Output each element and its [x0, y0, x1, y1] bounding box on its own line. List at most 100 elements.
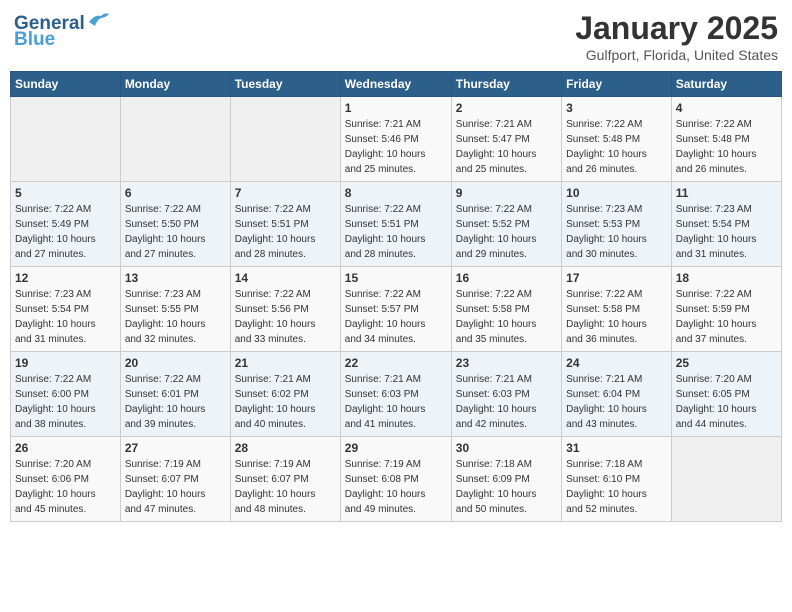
calendar-cell: 7 Sunrise: 7:22 AM Sunset: 5:51 PM Daylig…	[230, 182, 340, 267]
day-info: Sunrise: 7:22 AM Sunset: 5:50 PM Dayligh…	[125, 202, 226, 262]
calendar-cell: 8Sunrise: 7:22 AM Sunset: 5:51 PM Daylig…	[340, 182, 451, 267]
weekday-header-row: SundayMondayTuesdayWednesdayThursdayFrid…	[11, 72, 782, 97]
calendar-cell: 17 Sunrise: 7:22 AM Sunset: 5:58 PM Dayli…	[562, 267, 672, 352]
day-number: 20	[125, 356, 226, 370]
logo-bird-icon	[87, 12, 109, 26]
day-info: Sunrise: 7:23 AM Sunset: 5:54 PM Dayligh…	[676, 202, 777, 262]
calendar-cell: 3 Sunrise: 7:22 AM Sunset: 5:48 PM Daylig…	[562, 97, 672, 182]
weekday-header-sunday: Sunday	[11, 72, 121, 97]
logo-blue: Blue	[14, 29, 55, 51]
day-info: Sunrise: 7:22 AM Sunset: 5:48 PM Dayligh…	[676, 117, 777, 177]
day-number: 19	[15, 356, 116, 370]
title-block: January 2025 Gulfport, Florida, United S…	[575, 10, 778, 63]
day-number: 7	[235, 186, 336, 200]
week-row-3: 12 Sunrise: 7:23 AM Sunset: 5:54 PM Dayli…	[11, 267, 782, 352]
day-info: Sunrise: 7:22 AM Sunset: 5:59 PM Dayligh…	[676, 287, 777, 347]
day-number: 13	[125, 271, 226, 285]
calendar-cell: 16 Sunrise: 7:22 AM Sunset: 5:58 PM Dayli…	[451, 267, 561, 352]
day-number: 17	[566, 271, 667, 285]
day-number: 25	[676, 356, 777, 370]
day-info: Sunrise: 7:23 AM Sunset: 5:53 PM Dayligh…	[566, 202, 667, 262]
day-number: 6	[125, 186, 226, 200]
day-info: Sunrise: 7:22 AM Sunset: 5:56 PM Dayligh…	[235, 287, 336, 347]
day-info: Sunrise: 7:20 AM Sunset: 6:06 PM Dayligh…	[15, 457, 116, 517]
calendar-cell: 15 Sunrise: 7:22 AM Sunset: 5:57 PM Dayli…	[340, 267, 451, 352]
day-info: Sunrise: 7:22 AM Sunset: 5:52 PM Dayligh…	[456, 202, 557, 262]
day-info: Sunrise: 7:21 AM Sunset: 5:46 PM Dayligh…	[345, 117, 447, 177]
day-info: Sunrise: 7:22 AM Sunset: 6:01 PM Dayligh…	[125, 372, 226, 432]
calendar-cell: 25 Sunrise: 7:20 AM Sunset: 6:05 PM Dayli…	[671, 352, 781, 437]
calendar-cell: 4 Sunrise: 7:22 AM Sunset: 5:48 PM Daylig…	[671, 97, 781, 182]
calendar-cell: 20 Sunrise: 7:22 AM Sunset: 6:01 PM Dayli…	[120, 352, 230, 437]
day-info: Sunrise: 7:22 AM Sunset: 5:58 PM Dayligh…	[456, 287, 557, 347]
week-row-1: 1 Sunrise: 7:21 AM Sunset: 5:46 PM Daylig…	[11, 97, 782, 182]
day-number: 10	[566, 186, 667, 200]
page-header: General Blue January 2025 Gulfport, Flor…	[10, 10, 782, 63]
week-row-5: 26 Sunrise: 7:20 AM Sunset: 6:06 PM Dayli…	[11, 437, 782, 522]
day-number: 31	[566, 441, 667, 455]
day-info: Sunrise: 7:23 AM Sunset: 5:54 PM Dayligh…	[15, 287, 116, 347]
day-info: Sunrise: 7:19 AM Sunset: 6:07 PM Dayligh…	[235, 457, 336, 517]
day-info: Sunrise: 7:19 AM Sunset: 6:07 PM Dayligh…	[125, 457, 226, 517]
day-info: Sunrise: 7:21 AM Sunset: 6:02 PM Dayligh…	[235, 372, 336, 432]
week-row-2: 5 Sunrise: 7:22 AM Sunset: 5:49 PM Daylig…	[11, 182, 782, 267]
day-info: Sunrise: 7:23 AM Sunset: 5:55 PM Dayligh…	[125, 287, 226, 347]
day-info: Sunrise: 7:22 AM Sunset: 5:51 PM Dayligh…	[235, 202, 336, 262]
calendar-cell: 26 Sunrise: 7:20 AM Sunset: 6:06 PM Dayli…	[11, 437, 121, 522]
day-number: 5	[15, 186, 116, 200]
calendar-cell: 23Sunrise: 7:21 AM Sunset: 6:03 PM Dayli…	[451, 352, 561, 437]
day-info: Sunrise: 7:20 AM Sunset: 6:05 PM Dayligh…	[676, 372, 777, 432]
day-number: 21	[235, 356, 336, 370]
logo: General Blue	[14, 10, 109, 51]
calendar-cell: 2Sunrise: 7:21 AM Sunset: 5:47 PM Daylig…	[451, 97, 561, 182]
day-info: Sunrise: 7:22 AM Sunset: 5:48 PM Dayligh…	[566, 117, 667, 177]
weekday-header-monday: Monday	[120, 72, 230, 97]
calendar-table: SundayMondayTuesdayWednesdayThursdayFrid…	[10, 71, 782, 522]
calendar-cell: 24 Sunrise: 7:21 AM Sunset: 6:04 PM Dayli…	[562, 352, 672, 437]
calendar-cell: 28 Sunrise: 7:19 AM Sunset: 6:07 PM Dayli…	[230, 437, 340, 522]
calendar-cell: 9Sunrise: 7:22 AM Sunset: 5:52 PM Daylig…	[451, 182, 561, 267]
day-number: 8	[345, 186, 447, 200]
day-number: 1	[345, 101, 447, 115]
calendar-cell: 19Sunrise: 7:22 AM Sunset: 6:00 PM Dayli…	[11, 352, 121, 437]
weekday-header-tuesday: Tuesday	[230, 72, 340, 97]
day-info: Sunrise: 7:19 AM Sunset: 6:08 PM Dayligh…	[345, 457, 447, 517]
week-row-4: 19Sunrise: 7:22 AM Sunset: 6:00 PM Dayli…	[11, 352, 782, 437]
day-number: 29	[345, 441, 447, 455]
calendar-cell	[230, 97, 340, 182]
day-number: 28	[235, 441, 336, 455]
day-number: 16	[456, 271, 557, 285]
day-number: 14	[235, 271, 336, 285]
calendar-cell: 12 Sunrise: 7:23 AM Sunset: 5:54 PM Dayli…	[11, 267, 121, 352]
weekday-header-friday: Friday	[562, 72, 672, 97]
day-number: 11	[676, 186, 777, 200]
weekday-header-saturday: Saturday	[671, 72, 781, 97]
calendar-cell: 21 Sunrise: 7:21 AM Sunset: 6:02 PM Dayli…	[230, 352, 340, 437]
day-number: 3	[566, 101, 667, 115]
day-info: Sunrise: 7:21 AM Sunset: 6:04 PM Dayligh…	[566, 372, 667, 432]
weekday-header-wednesday: Wednesday	[340, 72, 451, 97]
calendar-cell: 1 Sunrise: 7:21 AM Sunset: 5:46 PM Daylig…	[340, 97, 451, 182]
day-number: 12	[15, 271, 116, 285]
month-title: January 2025	[575, 10, 778, 47]
day-info: Sunrise: 7:22 AM Sunset: 5:49 PM Dayligh…	[15, 202, 116, 262]
day-info: Sunrise: 7:21 AM Sunset: 6:03 PM Dayligh…	[345, 372, 447, 432]
calendar-cell	[11, 97, 121, 182]
day-number: 4	[676, 101, 777, 115]
calendar-cell: 13 Sunrise: 7:23 AM Sunset: 5:55 PM Dayli…	[120, 267, 230, 352]
calendar-cell: 14 Sunrise: 7:22 AM Sunset: 5:56 PM Dayli…	[230, 267, 340, 352]
calendar-cell: 5 Sunrise: 7:22 AM Sunset: 5:49 PM Daylig…	[11, 182, 121, 267]
calendar-cell: 29 Sunrise: 7:19 AM Sunset: 6:08 PM Dayli…	[340, 437, 451, 522]
day-number: 24	[566, 356, 667, 370]
day-info: Sunrise: 7:21 AM Sunset: 5:47 PM Dayligh…	[456, 117, 557, 177]
calendar-cell: 30Sunrise: 7:18 AM Sunset: 6:09 PM Dayli…	[451, 437, 561, 522]
calendar-cell: 31Sunrise: 7:18 AM Sunset: 6:10 PM Dayli…	[562, 437, 672, 522]
day-number: 15	[345, 271, 447, 285]
day-number: 26	[15, 441, 116, 455]
calendar-cell	[671, 437, 781, 522]
day-number: 30	[456, 441, 557, 455]
day-info: Sunrise: 7:22 AM Sunset: 5:57 PM Dayligh…	[345, 287, 447, 347]
weekday-header-thursday: Thursday	[451, 72, 561, 97]
day-number: 27	[125, 441, 226, 455]
day-info: Sunrise: 7:22 AM Sunset: 5:58 PM Dayligh…	[566, 287, 667, 347]
